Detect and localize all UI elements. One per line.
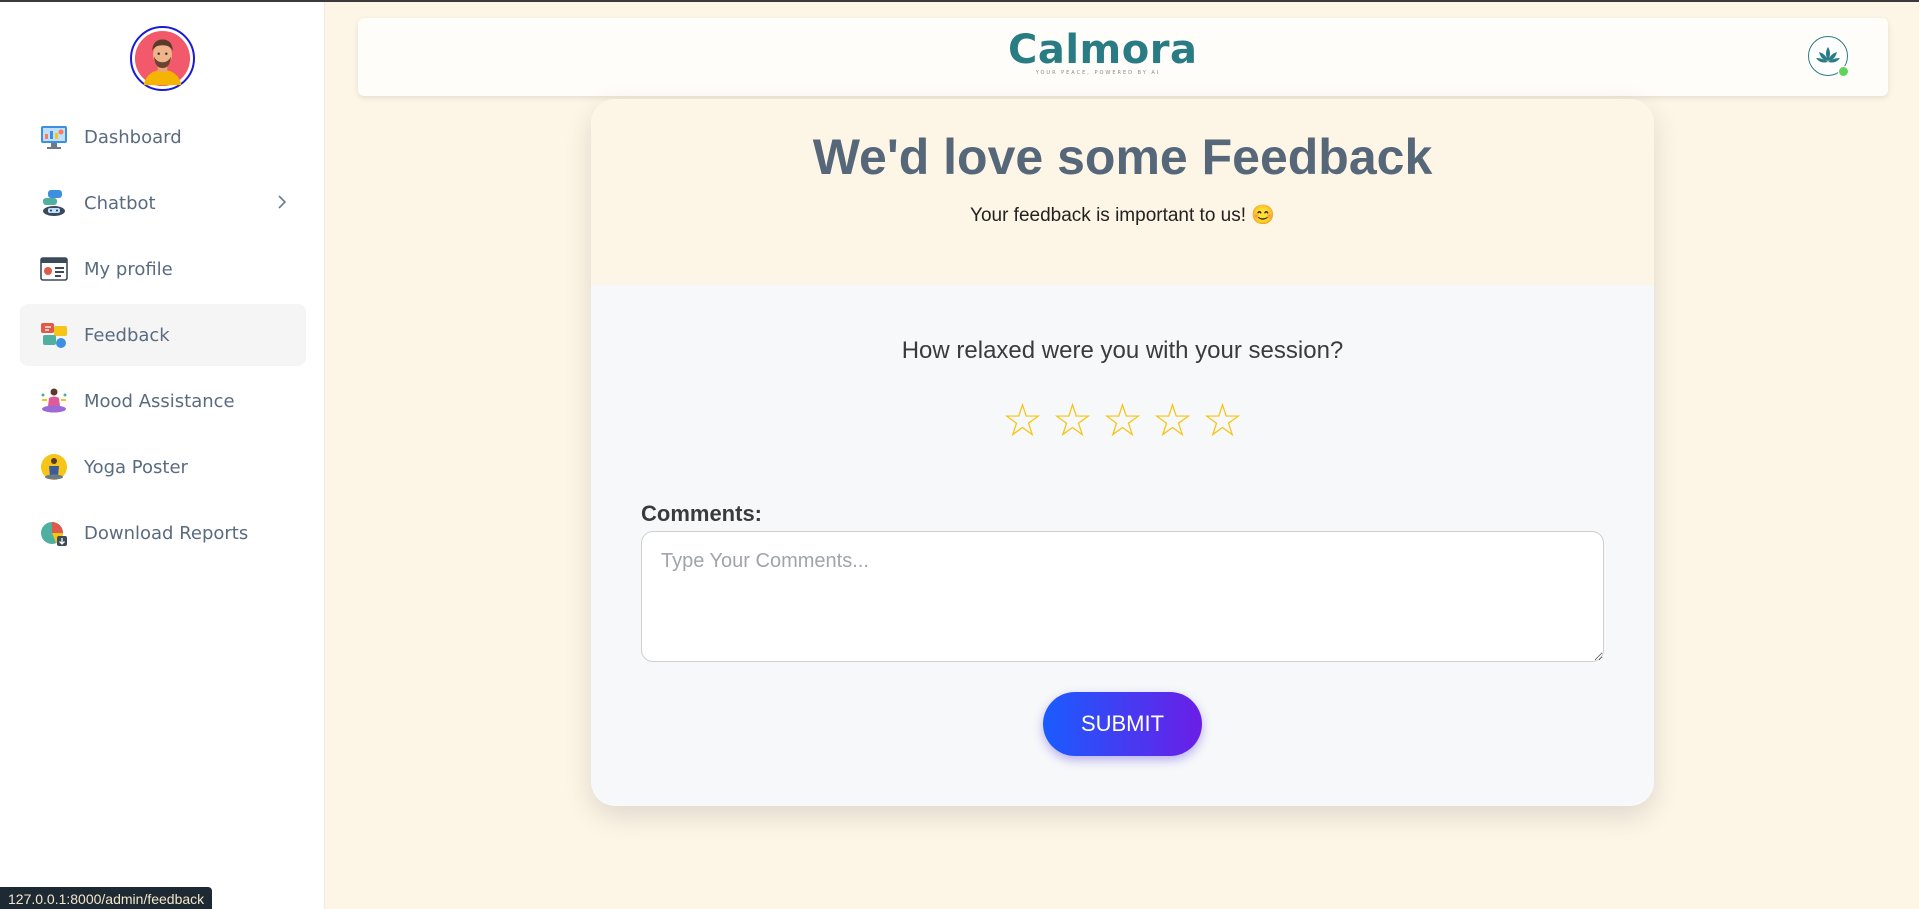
rating-question: How relaxed were you with your session?	[901, 337, 1344, 364]
star-4-icon[interactable]: ☆	[1152, 395, 1194, 445]
sidebar-item-label: Yoga Poster	[84, 456, 188, 478]
page-subtitle: Your feedback is important to us! 😊	[970, 205, 1275, 226]
star-1-icon[interactable]: ☆	[1002, 395, 1044, 445]
sidebar-item-label: Dashboard	[84, 126, 182, 148]
status-bar-url: 127.0.0.1:8000/admin/feedback	[0, 887, 213, 909]
feedback-card: We'd love some Feedback Your feedback is…	[591, 99, 1654, 806]
brand-name: Calmora	[1008, 27, 1198, 73]
sidebar-item-label: Chatbot	[84, 192, 156, 214]
sidebar: Dashboard Chatbot My profile Feedback Mo…	[0, 2, 325, 909]
monitor-dashboard-icon	[39, 122, 69, 152]
sidebar-item-label: My profile	[84, 258, 173, 280]
yoga-icon	[39, 452, 69, 482]
reports-chart-icon	[39, 518, 69, 548]
user-avatar[interactable]	[130, 26, 195, 91]
page-title: We'd love some Feedback	[812, 129, 1433, 185]
sidebar-item-label: Feedback	[84, 324, 170, 346]
lotus-icon	[1816, 47, 1840, 63]
star-rating: ☆ ☆ ☆ ☆ ☆	[591, 395, 1654, 445]
comments-textarea[interactable]	[641, 531, 1604, 662]
star-5-icon[interactable]: ☆	[1202, 395, 1244, 445]
brand-logo[interactable]: Calmora YOUR PEACE, POWERED BY AI	[1008, 27, 1198, 76]
sidebar-item-chatbot[interactable]: Chatbot	[20, 172, 306, 234]
star-3-icon[interactable]: ☆	[1102, 395, 1144, 445]
avatar-icon	[134, 30, 191, 87]
meditation-icon	[39, 386, 69, 416]
sidebar-item-download-reports[interactable]: Download Reports	[20, 502, 306, 564]
sidebar-item-mood-assistance[interactable]: Mood Assistance	[20, 370, 306, 432]
online-status-dot	[1838, 66, 1849, 77]
sidebar-item-my-profile[interactable]: My profile	[20, 238, 306, 300]
chevron-right-icon[interactable]	[276, 194, 288, 210]
sidebar-item-dashboard[interactable]: Dashboard	[20, 106, 306, 168]
sidebar-item-label: Download Reports	[84, 522, 249, 544]
top-header: Calmora YOUR PEACE, POWERED BY AI	[358, 18, 1888, 96]
sidebar-item-feedback[interactable]: Feedback	[20, 304, 306, 366]
profile-card-icon	[39, 254, 69, 284]
sidebar-item-label: Mood Assistance	[84, 390, 235, 412]
star-2-icon[interactable]: ☆	[1052, 395, 1094, 445]
comments-label: Comments:	[641, 501, 763, 526]
lotus-logo[interactable]	[1808, 36, 1849, 77]
feedback-icon	[39, 320, 69, 350]
sidebar-item-yoga-poster[interactable]: Yoga Poster	[20, 436, 306, 498]
submit-button[interactable]: SUBMIT	[1043, 692, 1202, 756]
feedback-header: We'd love some Feedback Your feedback is…	[591, 99, 1654, 285]
chatbot-icon	[39, 188, 69, 218]
sidebar-nav: Dashboard Chatbot My profile Feedback Mo…	[20, 106, 306, 568]
